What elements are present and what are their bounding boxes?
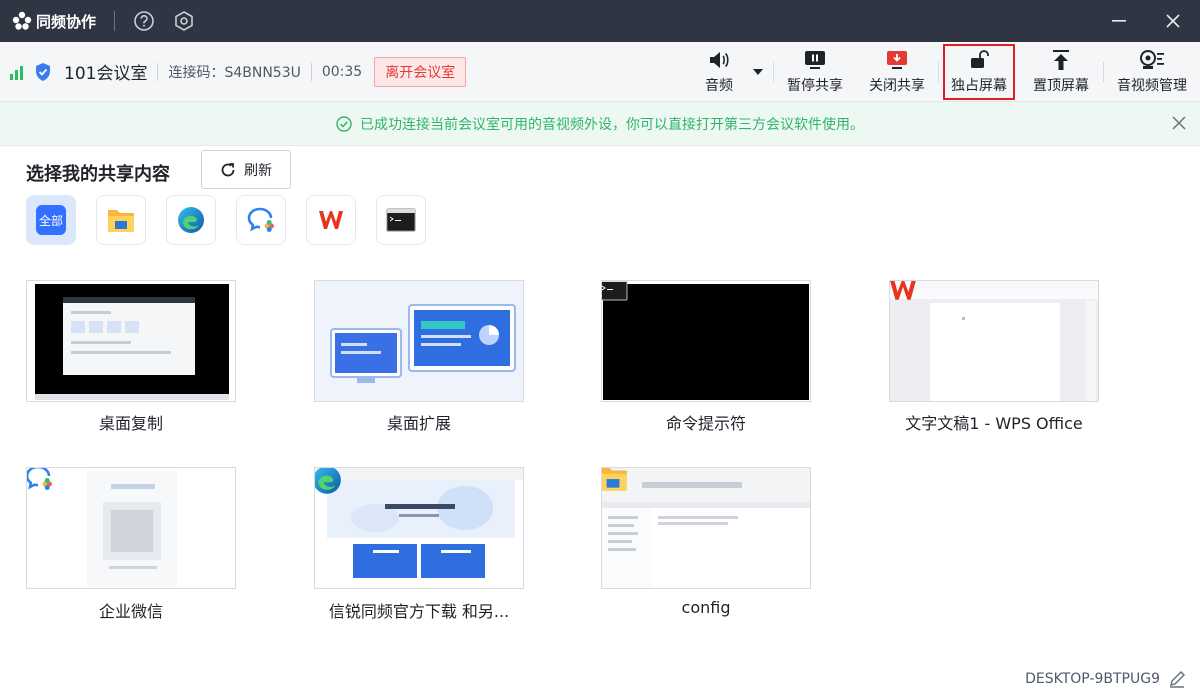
av-manage-label: 音视频管理 bbox=[1117, 78, 1187, 94]
close-icon bbox=[1166, 14, 1180, 28]
cmd-thumbnail bbox=[602, 281, 810, 401]
exclusive-screen-button[interactable]: 独占屏幕 bbox=[943, 44, 1015, 100]
pin-top-button[interactable]: 置顶屏幕 bbox=[1019, 44, 1103, 100]
app-logo-icon bbox=[12, 11, 32, 31]
refresh-icon bbox=[220, 162, 236, 178]
share-card-desktop-extend[interactable] bbox=[314, 280, 524, 402]
minimize-button[interactable] bbox=[1092, 0, 1146, 42]
close-notice-icon[interactable] bbox=[1172, 116, 1186, 134]
filter-edge[interactable] bbox=[166, 195, 216, 245]
desktop-mirror-thumbnail bbox=[35, 284, 229, 400]
filter-wps[interactable] bbox=[306, 195, 356, 245]
exclusive-screen-label: 独占屏幕 bbox=[951, 78, 1007, 94]
file-explorer-icon bbox=[108, 210, 134, 232]
refresh-label: 刷新 bbox=[244, 162, 272, 179]
pause-share-label: 暂停共享 bbox=[787, 78, 843, 94]
all-icon: 全部 bbox=[36, 205, 66, 235]
edge-icon bbox=[178, 207, 204, 233]
wps-icon bbox=[319, 211, 343, 229]
title-bar: 同频协作 bbox=[0, 0, 1200, 42]
explorer-thumbnail bbox=[602, 468, 810, 588]
filter-cmd[interactable] bbox=[376, 195, 426, 245]
notice-text: 已成功连接当前会议室可用的音视频外设，你可以直接打开第三方会议软件使用。 bbox=[360, 116, 864, 133]
share-card-label: 命令提示符 bbox=[665, 414, 746, 433]
edge-thumbnail bbox=[315, 468, 523, 588]
connection-code: 连接码：S4BNN53U bbox=[168, 64, 301, 81]
settings-icon[interactable] bbox=[173, 10, 195, 32]
meeting-timer: 00:35 bbox=[321, 63, 363, 80]
edge-icon bbox=[315, 468, 343, 500]
share-card-wps[interactable] bbox=[889, 280, 1099, 402]
pause-share-button[interactable]: 暂停共享 bbox=[774, 44, 856, 100]
signal-icon bbox=[10, 64, 28, 80]
desktop-extend-thumbnail bbox=[315, 281, 523, 401]
cmd-icon bbox=[386, 208, 416, 232]
wecom-icon bbox=[27, 468, 55, 496]
share-card-label: config bbox=[681, 598, 731, 617]
share-card-edge[interactable] bbox=[314, 467, 524, 589]
pause-share-icon bbox=[804, 49, 826, 71]
device-name: DESKTOP-9BTPUG9 bbox=[1025, 671, 1160, 687]
filter-file-explorer[interactable] bbox=[96, 195, 146, 245]
divider bbox=[157, 62, 159, 81]
share-card-desktop-mirror[interactable] bbox=[26, 280, 236, 402]
pin-top-label: 置顶屏幕 bbox=[1033, 78, 1089, 94]
speaker-icon bbox=[707, 49, 731, 71]
section-title: 选择我的共享内容 bbox=[26, 164, 170, 185]
edit-pen-icon[interactable] bbox=[1168, 670, 1186, 688]
leave-room-button[interactable]: 离开会议室 bbox=[374, 56, 467, 87]
file-explorer-icon bbox=[602, 468, 628, 496]
audio-label: 音频 bbox=[705, 78, 733, 94]
cmd-icon bbox=[602, 281, 628, 305]
wecom-thumbnail bbox=[27, 468, 235, 588]
share-card-cmd[interactable] bbox=[601, 280, 811, 402]
av-manage-icon bbox=[1139, 49, 1165, 71]
share-card-explorer[interactable] bbox=[601, 467, 811, 589]
filter-wecom[interactable] bbox=[236, 195, 286, 245]
share-card-label: 信锐同频官方下载 和另... bbox=[328, 602, 510, 621]
room-name: 101会议室 bbox=[64, 64, 148, 84]
share-card-label: 桌面扩展 bbox=[386, 414, 451, 433]
wps-icon bbox=[890, 281, 920, 307]
audio-button[interactable]: 音频 bbox=[687, 44, 763, 100]
share-card-label: 企业微信 bbox=[98, 602, 163, 621]
app-title: 同频协作 bbox=[36, 12, 97, 31]
stop-share-icon bbox=[886, 49, 908, 71]
pin-top-icon bbox=[1051, 49, 1071, 71]
filter-all[interactable]: 全部 bbox=[26, 195, 76, 245]
refresh-button[interactable]: 刷新 bbox=[201, 150, 291, 189]
help-icon[interactable] bbox=[133, 10, 155, 32]
chevron-down-icon[interactable] bbox=[753, 60, 763, 79]
share-card-label: 文字文稿1 - WPS Office bbox=[905, 414, 1083, 433]
unlock-icon bbox=[968, 49, 990, 71]
check-circle-icon bbox=[336, 115, 352, 132]
share-card-label: 桌面复制 bbox=[98, 414, 163, 433]
device-footer: DESKTOP-9BTPUG9 bbox=[1025, 670, 1186, 688]
title-divider bbox=[114, 11, 116, 31]
wps-thumbnail bbox=[890, 281, 1098, 401]
toolbar-divider bbox=[938, 62, 939, 82]
security-shield-icon bbox=[34, 62, 52, 82]
stop-share-label: 关闭共享 bbox=[869, 78, 925, 94]
divider bbox=[310, 62, 312, 81]
success-notice: 已成功连接当前会议室可用的音视频外设，你可以直接打开第三方会议软件使用。 bbox=[0, 102, 1200, 146]
share-card-wecom[interactable] bbox=[26, 467, 236, 589]
meeting-toolbar: 101会议室 连接码：S4BNN53U 00:35 离开会议室 音频 暂停共享 bbox=[0, 42, 1200, 102]
close-window-button[interactable] bbox=[1146, 0, 1200, 42]
minimize-icon bbox=[1112, 20, 1126, 22]
stop-share-button[interactable]: 关闭共享 bbox=[856, 44, 938, 100]
wecom-icon bbox=[247, 207, 274, 232]
av-manage-button[interactable]: 音视频管理 bbox=[1104, 44, 1200, 100]
app-filter-bar: 全部 bbox=[26, 195, 426, 245]
